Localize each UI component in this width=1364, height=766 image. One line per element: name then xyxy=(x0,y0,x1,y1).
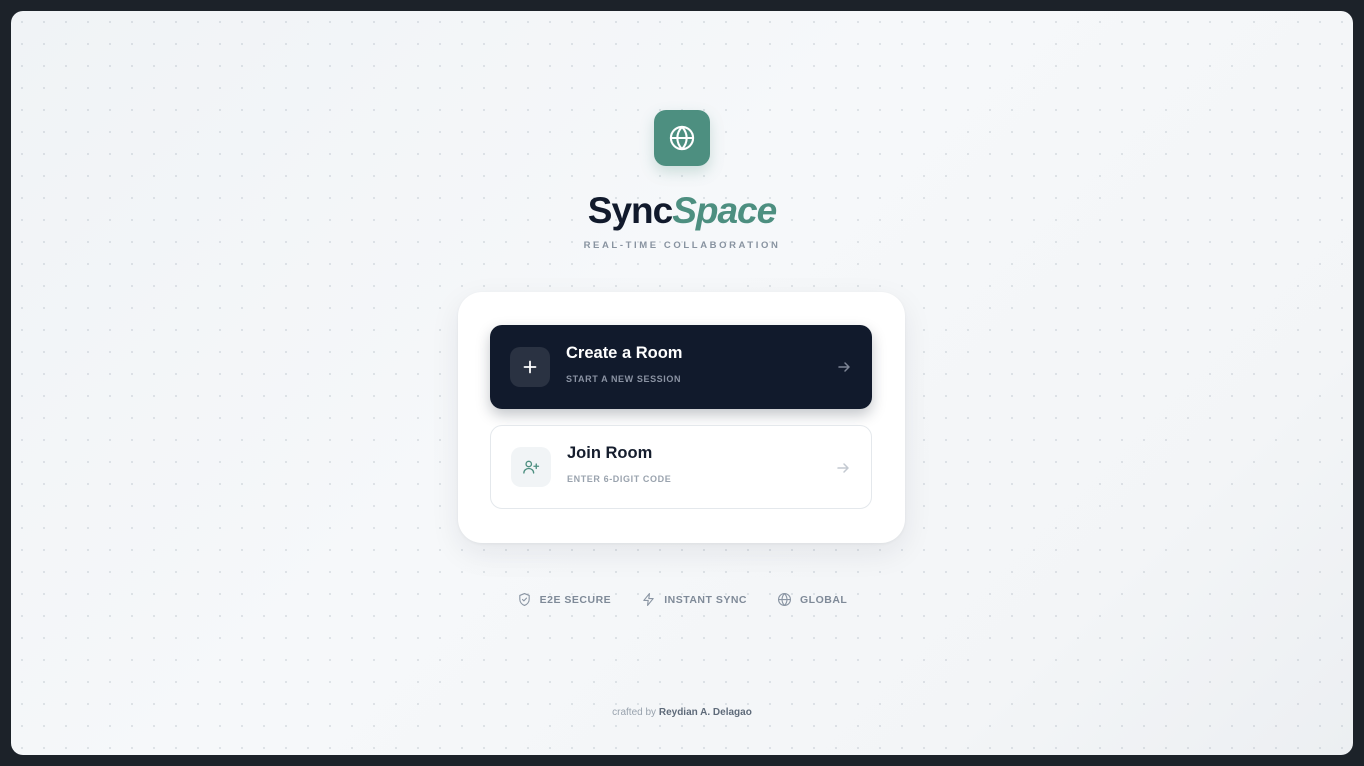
feature-e2e-secure: E2E SECURE xyxy=(517,592,612,607)
app-window: SyncSpace REAL-TIME COLLABORATION Create… xyxy=(11,11,1353,755)
create-room-subtitle: START A NEW SESSION xyxy=(566,374,682,384)
credit-author: Reydian A. Delagao xyxy=(658,707,752,718)
feature-list: E2E SECURE INSTANT SYNC GLOBAL xyxy=(11,592,1353,607)
tagline: REAL-TIME COLLABORATION xyxy=(583,240,781,251)
shield-check-icon xyxy=(518,593,530,606)
create-room-title: Create a Room xyxy=(566,344,683,362)
join-room-title: Join Room xyxy=(567,444,653,462)
arrow-right-icon xyxy=(838,362,850,372)
feature-instant-sync: INSTANT SYNC xyxy=(641,592,747,607)
globe-icon xyxy=(778,593,791,606)
lightning-icon xyxy=(643,593,654,606)
app-name: SyncSpace xyxy=(11,187,1353,235)
create-room-button[interactable]: Create a Room START A NEW SESSION xyxy=(490,325,872,409)
app-name-part2: Space xyxy=(672,190,777,231)
join-room-subtitle: ENTER 6-DIGIT CODE xyxy=(567,474,672,484)
plus-icon xyxy=(523,360,537,374)
arrow-right-icon xyxy=(837,463,849,473)
globe-icon xyxy=(669,125,695,151)
app-name-part1: Sync xyxy=(587,190,673,231)
plus-icon-tile xyxy=(510,347,550,387)
app-logo xyxy=(654,110,710,166)
feature-global: GLOBAL xyxy=(777,592,847,607)
room-options-card: Create a Room START A NEW SESSION Join R… xyxy=(458,292,905,543)
footer-credit: crafted by Reydian A. Delagao xyxy=(11,707,1353,718)
credit-prefix: crafted by xyxy=(612,707,657,718)
user-plus-icon xyxy=(523,460,540,474)
feature-label: INSTANT SYNC xyxy=(664,593,747,606)
feature-label: E2E SECURE xyxy=(539,593,612,606)
join-room-button[interactable]: Join Room ENTER 6-DIGIT CODE xyxy=(490,425,872,509)
user-plus-icon-tile xyxy=(511,447,551,487)
feature-label: GLOBAL xyxy=(800,593,848,606)
